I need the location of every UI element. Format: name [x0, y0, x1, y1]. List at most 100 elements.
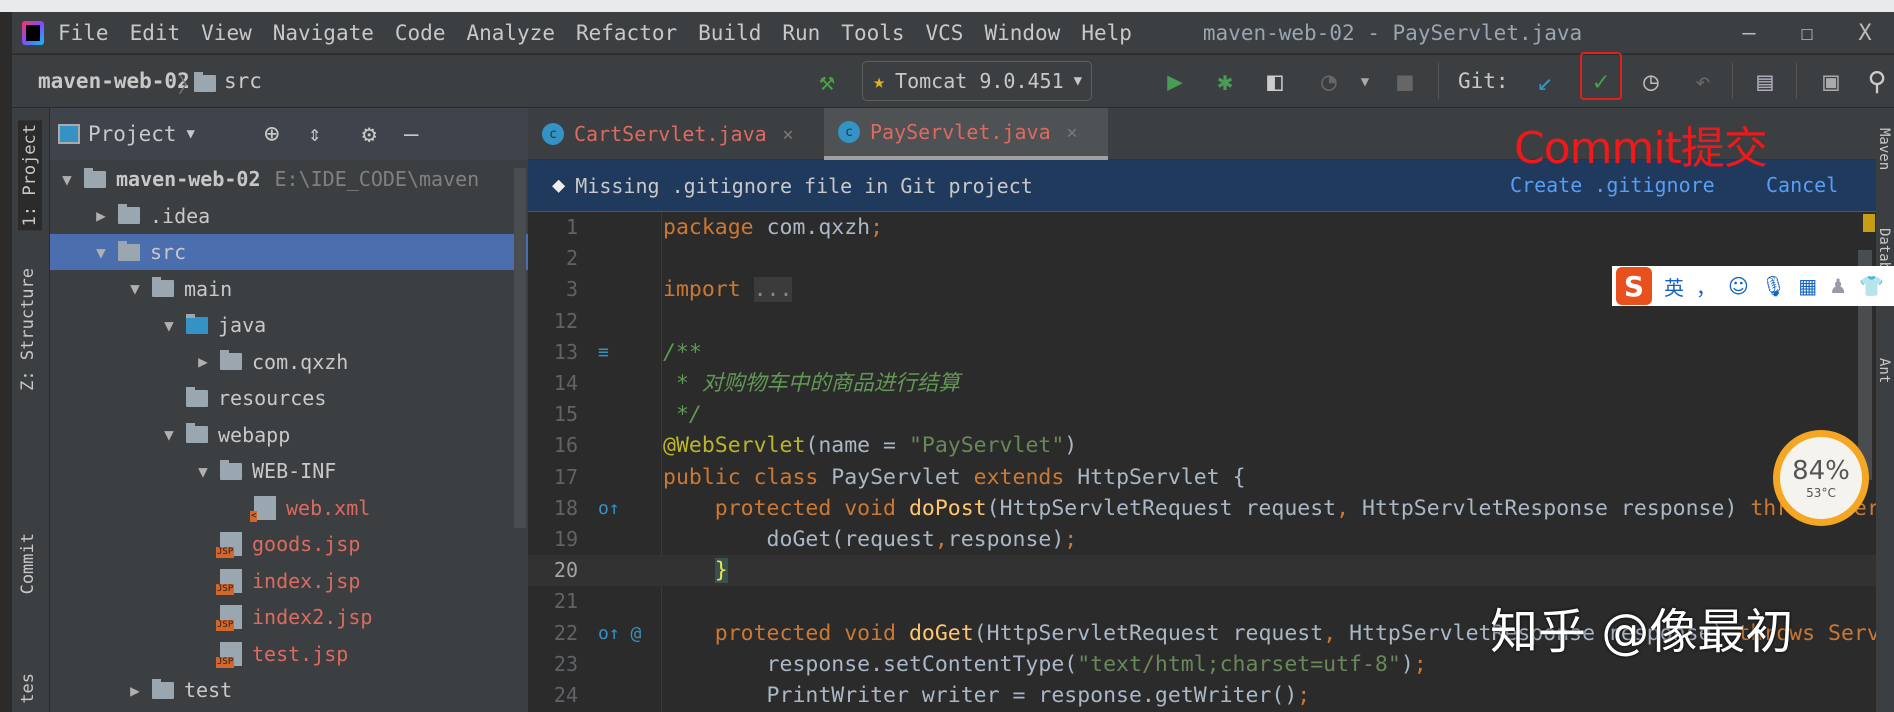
tool-tab-maven[interactable]: Maven	[1876, 128, 1892, 170]
menu-help[interactable]: Help	[1081, 21, 1132, 45]
breadcrumb-folder[interactable]: src	[224, 69, 262, 93]
close-tab-icon[interactable]: ✕	[783, 124, 794, 145]
warning-marker[interactable]	[1863, 214, 1875, 232]
tree-item[interactable]: ▼ WEB-INF	[50, 453, 528, 489]
menu-navigate[interactable]: Navigate	[273, 21, 374, 45]
create-gitignore-link[interactable]: Create .gitignore	[1510, 173, 1715, 197]
expand-arrow-icon[interactable]: ▶	[88, 206, 114, 225]
tab-cartservlet[interactable]: c CartServlet.java ✕	[528, 108, 818, 160]
tree-scrollbar[interactable]	[514, 168, 526, 528]
run-anything-icon[interactable]: ▣	[1812, 63, 1850, 101]
locate-icon[interactable]: ⊕	[264, 119, 280, 149]
code-line[interactable]: 15 */	[528, 399, 1876, 430]
profiler-icon[interactable]: ◔	[1310, 63, 1348, 101]
close-button[interactable]: X	[1836, 21, 1894, 46]
git-commit-check-icon[interactable]: ✓	[1582, 63, 1620, 101]
history-clock-icon[interactable]: ◷	[1632, 63, 1670, 101]
menu-tools[interactable]: Tools	[841, 21, 904, 45]
expand-arrow-icon[interactable]: ▶	[190, 352, 216, 371]
emoji-icon[interactable]: ☺	[1728, 274, 1749, 298]
menu-window[interactable]: Window	[984, 21, 1060, 45]
tree-item[interactable]: resources	[50, 380, 528, 416]
tree-item[interactable]: ▼ java	[50, 307, 528, 343]
gutter-override-icon[interactable]: ≡	[598, 337, 609, 368]
menu-refactor[interactable]: Refactor	[576, 21, 677, 45]
jsp-icon: JSP	[216, 641, 246, 668]
tree-item[interactable]: JSP goods.jsp	[50, 526, 528, 562]
menu-run[interactable]: Run	[782, 21, 820, 45]
breadcrumb-project[interactable]: maven-web-02	[38, 69, 190, 93]
code-line[interactable]: 20 }	[528, 555, 1876, 587]
expand-arrow-icon[interactable]: ▼	[190, 462, 216, 481]
menu-code[interactable]: Code	[395, 21, 446, 45]
tree-item[interactable]: < web.xml	[50, 490, 528, 526]
run-icon[interactable]: ▶	[1156, 63, 1194, 101]
code-line[interactable]: 19 doGet(request,response);	[528, 524, 1876, 555]
tab-payservlet[interactable]: c PayServlet.java ✕	[824, 108, 1108, 160]
code-line[interactable]: 18 o↑ protected void doPost(HttpServletRe…	[528, 493, 1876, 524]
search-icon[interactable]: ⚲	[1858, 63, 1894, 101]
cancel-link[interactable]: Cancel	[1766, 173, 1838, 197]
tree-item[interactable]: ▼ main	[50, 271, 528, 307]
menu-vcs[interactable]: VCS	[926, 21, 964, 45]
tree-item[interactable]: ▼ webapp	[50, 417, 528, 453]
debug-icon[interactable]: ✱	[1206, 63, 1244, 101]
gutter-override-icon[interactable]: o↑	[598, 493, 620, 524]
coverage-icon[interactable]: ◧	[1256, 63, 1294, 101]
expand-arrow-icon[interactable]: ▼	[156, 316, 182, 335]
keyboard-icon[interactable]: ▦	[1798, 274, 1817, 298]
code-line[interactable]: 24 PrintWriter writer = response.getWrit…	[528, 680, 1876, 711]
stop-icon[interactable]: ■	[1386, 63, 1424, 101]
code-line[interactable]: 14 * 对购物车中的商品进行结算	[528, 368, 1876, 399]
user-icon[interactable]: ♟	[1829, 274, 1847, 298]
build-hammer-icon[interactable]: ⚒	[808, 63, 846, 101]
tool-tab-favorites[interactable]: tes	[18, 673, 38, 704]
tree-item[interactable]: ▼ src	[50, 234, 528, 270]
chevron-down-icon[interactable]: ▼	[1346, 63, 1384, 101]
tree-item[interactable]: JSP index2.jsp	[50, 599, 528, 635]
hide-panel-icon[interactable]: —	[404, 120, 418, 148]
gear-icon[interactable]: ⚙	[362, 120, 376, 148]
minimize-button[interactable]: –	[1720, 21, 1778, 46]
expand-arrow-icon[interactable]: ▶	[122, 681, 148, 700]
menu-edit[interactable]: Edit	[130, 21, 181, 45]
rollback-icon[interactable]: ↶	[1684, 63, 1722, 101]
gutter-override-icon[interactable]: o↑ @	[598, 618, 641, 649]
git-update-arrow-icon[interactable]: ↙	[1526, 63, 1564, 101]
ime-punct-toggle[interactable]: ，	[1696, 272, 1716, 301]
tree-item[interactable]: JSP index.jsp	[50, 563, 528, 599]
ime-language-toggle[interactable]: 英	[1664, 272, 1684, 301]
tree-item[interactable]: ▶ .idea	[50, 198, 528, 234]
tree-item[interactable]: ▶ com.qxzh	[50, 344, 528, 380]
tree-item[interactable]: ▶ test	[50, 672, 528, 708]
tree-item[interactable]: JSP test.jsp	[50, 636, 528, 672]
code-line[interactable]: 12	[528, 306, 1876, 337]
tree-item[interactable]: ▼ maven-web-02 E:\IDE_CODE\maven	[50, 161, 528, 197]
menu-view[interactable]: View	[201, 21, 252, 45]
microphone-icon[interactable]: 🎙	[1761, 274, 1786, 298]
project-view-selector[interactable]: Project	[88, 122, 177, 146]
skin-shirt-icon[interactable]: 👕	[1859, 274, 1884, 298]
close-tab-icon[interactable]: ✕	[1067, 122, 1078, 143]
code-line[interactable]: 17 public class PayServlet extends HttpSe…	[528, 462, 1876, 493]
tool-tab-commit[interactable]: Commit	[18, 533, 38, 594]
cpu-usage-gauge[interactable]: 84% 53°C	[1773, 430, 1869, 526]
project-structure-icon[interactable]: ▤	[1746, 63, 1784, 101]
menu-build[interactable]: Build	[698, 21, 761, 45]
menu-analyze[interactable]: Analyze	[466, 21, 555, 45]
tool-tab-project[interactable]: 1: Project	[18, 120, 42, 231]
code-line[interactable]: 16 @WebServlet(name = "PayServlet")	[528, 430, 1876, 461]
collapse-all-icon[interactable]: ⇕	[308, 122, 321, 147]
expand-arrow-icon[interactable]: ▼	[88, 243, 114, 262]
tool-tab-structure[interactable]: Z: Structure	[18, 268, 38, 391]
chevron-down-icon[interactable]: ▼	[187, 126, 195, 142]
code-line[interactable]: 1 package com.qxzh;	[528, 212, 1876, 243]
tool-tab-ant[interactable]: Ant	[1876, 358, 1892, 383]
run-config-dropdown[interactable]: ★ Tomcat 9.0.451 ▼	[862, 61, 1092, 101]
maximize-button[interactable]: ☐	[1778, 21, 1836, 46]
code-line[interactable]: 13 ≡ /**	[528, 337, 1876, 368]
expand-arrow-icon[interactable]: ▼	[156, 425, 182, 444]
menu-file[interactable]: File	[58, 21, 109, 45]
expand-arrow-icon[interactable]: ▼	[122, 279, 148, 298]
expand-arrow-icon[interactable]: ▼	[54, 170, 80, 189]
